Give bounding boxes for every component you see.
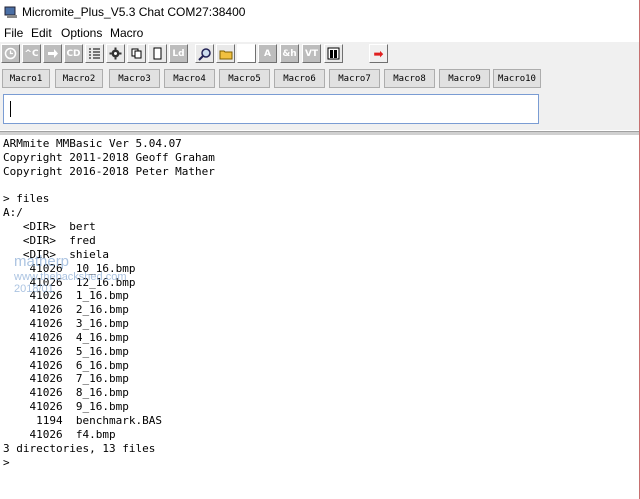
menu-bar: File Edit Options Macro xyxy=(0,24,640,42)
watermark: matherp www.thebackshed.com 2018/01 xyxy=(14,253,127,295)
a-button[interactable]: A xyxy=(258,44,277,63)
load-button[interactable]: Ld xyxy=(169,44,188,63)
macro3-button[interactable]: Macro3 xyxy=(109,69,160,88)
copy-icon xyxy=(131,48,142,59)
terminal-line: ARMmite MMBasic Ver 5.04.07 xyxy=(3,137,182,150)
arrow-right-icon xyxy=(48,49,58,58)
list-button[interactable] xyxy=(85,44,104,63)
menu-edit[interactable]: Edit xyxy=(31,26,52,40)
terminal-app-icon xyxy=(4,6,17,18)
ctrl-c-button[interactable]: ^C xyxy=(22,44,41,63)
terminal-line: Copyright 2011-2018 Geoff Graham xyxy=(3,150,215,164)
terminal-line: 3 directories, 13 files xyxy=(3,441,156,455)
terminal-line: 41026 6_16.bmp xyxy=(3,358,129,372)
blank-button[interactable] xyxy=(237,44,256,63)
watermark-author: matherp xyxy=(14,253,70,270)
search-button[interactable] xyxy=(195,44,214,63)
red-arrow-icon: ➡ xyxy=(373,46,384,61)
terminal-line: 41026 f4.bmp xyxy=(3,427,116,441)
clock-button[interactable] xyxy=(1,44,20,63)
cd-button[interactable]: CD xyxy=(64,44,83,63)
vt-button[interactable]: VT xyxy=(302,44,321,63)
menu-options[interactable]: Options xyxy=(61,26,102,40)
gear-icon xyxy=(109,47,122,60)
run-arrow-button[interactable]: ➡ xyxy=(369,44,388,63)
terminal-line: 41026 4_16.bmp xyxy=(3,330,129,344)
terminal-line: 41026 2_16.bmp xyxy=(3,303,129,317)
terminal-line: 1194 benchmark.BAS xyxy=(3,414,162,427)
columns-icon xyxy=(327,47,340,60)
hex-label: &h xyxy=(282,48,297,59)
page-icon xyxy=(153,47,162,60)
terminal-line: A:/ xyxy=(3,206,23,220)
clock-icon xyxy=(4,47,17,60)
columns-button[interactable] xyxy=(324,44,343,63)
text-caret xyxy=(10,101,11,117)
copy-button[interactable] xyxy=(127,44,146,63)
command-input[interactable] xyxy=(3,94,539,124)
cd-label: CD xyxy=(66,48,81,59)
command-input-area xyxy=(0,92,640,130)
page-button[interactable] xyxy=(148,44,167,63)
folder-icon xyxy=(219,50,232,60)
a-label: A xyxy=(264,48,271,59)
menu-file[interactable]: File xyxy=(4,26,23,40)
macro1-button[interactable]: Macro1 xyxy=(2,69,50,88)
macro10-button[interactable]: Macro10 xyxy=(493,69,541,88)
terminal-line: 41026 7_16.bmp xyxy=(3,372,129,386)
terminal-line: > xyxy=(3,455,10,469)
list-icon xyxy=(89,48,100,59)
terminal-line: 41026 9_16.bmp xyxy=(3,400,129,414)
terminal-line: <DIR> fred xyxy=(3,233,96,247)
macro7-button[interactable]: Macro7 xyxy=(329,69,380,88)
gear-button[interactable] xyxy=(106,44,125,63)
terminal-line: Copyright 2016-2018 Peter Mather xyxy=(3,164,215,178)
window-title: Micromite_Plus_V5.3 Chat COM27:38400 xyxy=(22,5,246,19)
macro8-button[interactable]: Macro8 xyxy=(384,69,435,88)
open-folder-button[interactable] xyxy=(216,44,235,63)
watermark-date: 2018/01 xyxy=(14,283,54,295)
hex-button[interactable]: &h xyxy=(280,44,299,63)
terminal-output[interactable]: ARMmite MMBasic Ver 5.04.07 Copyright 201… xyxy=(0,135,640,499)
ld-label: Ld xyxy=(172,48,185,59)
vt-label: VT xyxy=(304,48,319,59)
macro2-button[interactable]: Macro2 xyxy=(55,69,103,88)
send-button[interactable] xyxy=(43,44,62,63)
ctrl-c-label: ^C xyxy=(24,48,39,59)
macro-bar: Macro1 Macro2 Macro3 Macro4 Macro5 Macro… xyxy=(0,66,640,92)
title-bar: Micromite_Plus_V5.3 Chat COM27:38400 xyxy=(0,0,640,24)
macro4-button[interactable]: Macro4 xyxy=(164,69,215,88)
terminal-line: > files xyxy=(3,192,50,206)
terminal-line: <DIR> bert xyxy=(3,220,96,234)
terminal-line: 41026 8_16.bmp xyxy=(3,386,129,400)
macro9-button[interactable]: Macro9 xyxy=(439,69,490,88)
macro6-button[interactable]: Macro6 xyxy=(274,69,325,88)
macro5-button[interactable]: Macro5 xyxy=(219,69,270,88)
search-icon xyxy=(197,47,211,61)
menu-macro[interactable]: Macro xyxy=(110,26,143,40)
watermark-site: www.thebackshed.com xyxy=(14,271,127,283)
terminal-line: 41026 5_16.bmp xyxy=(3,344,129,358)
terminal-line: 41026 3_16.bmp xyxy=(3,317,129,331)
toolbar: ^C CD Ld A &h VT ➡ xyxy=(0,42,640,66)
